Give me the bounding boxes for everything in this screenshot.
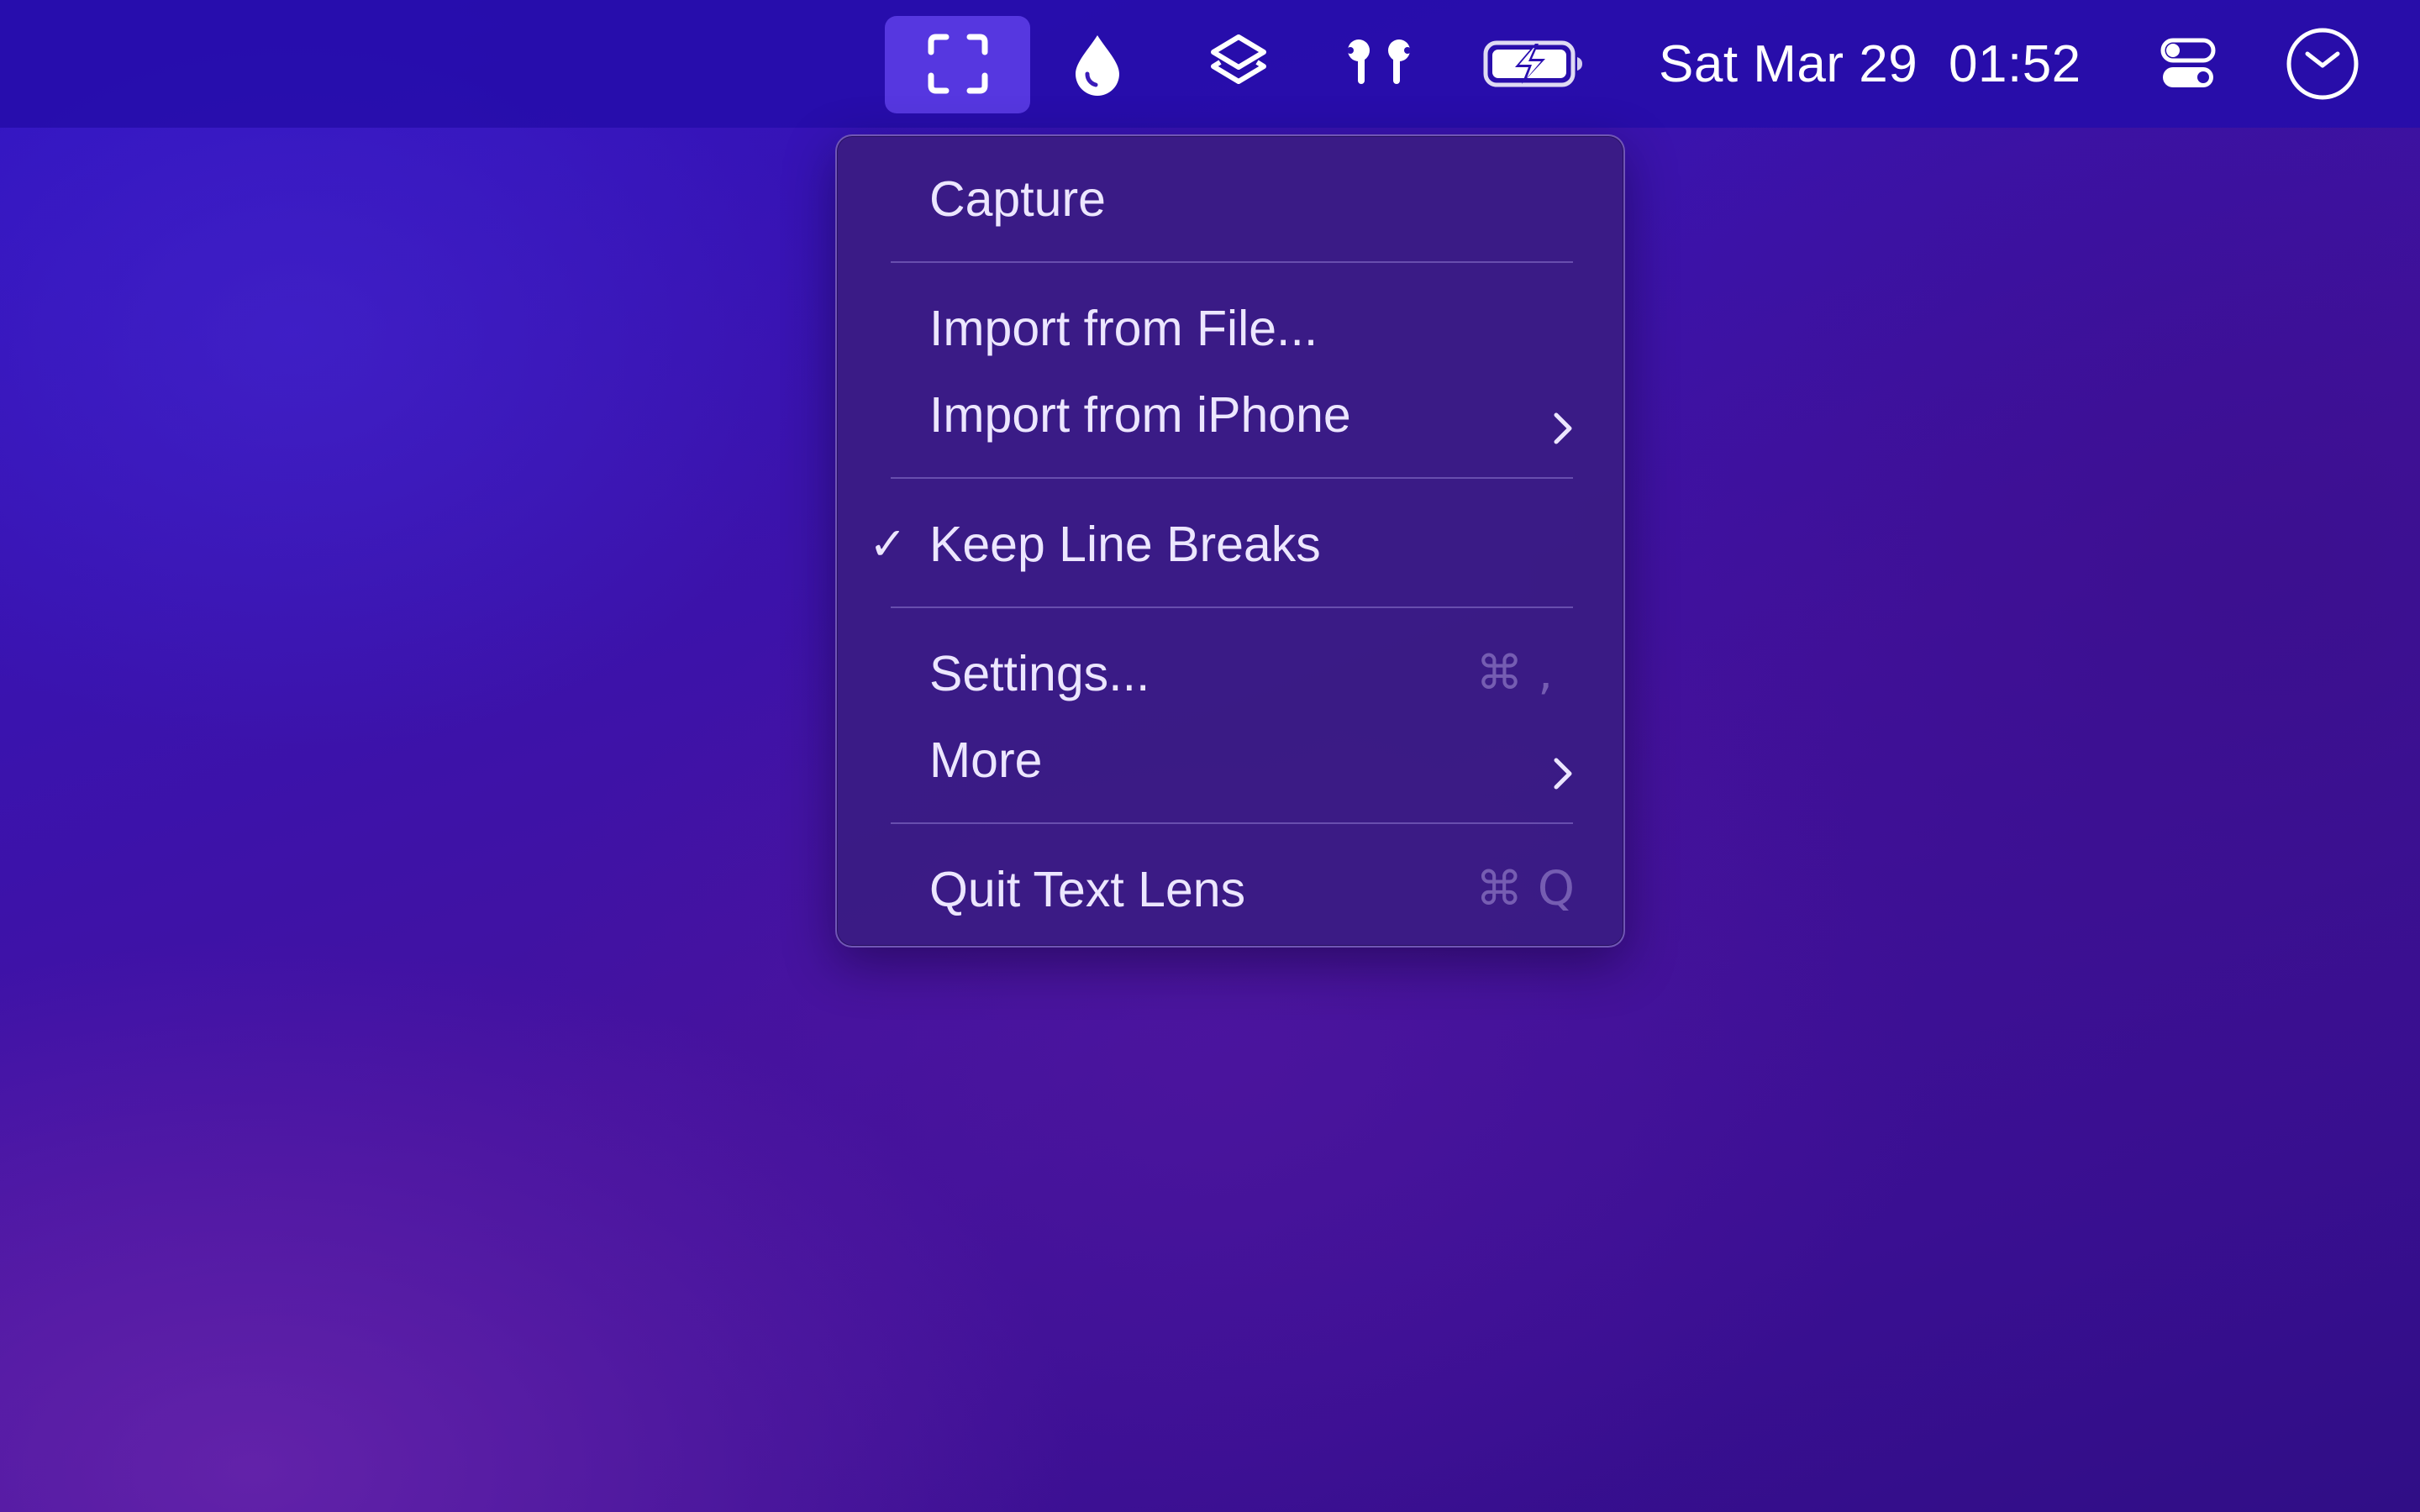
chevron-right-icon	[1553, 400, 1573, 457]
menu-item-keep-line-breaks[interactable]: ✓ Keep Line Breaks	[837, 502, 1627, 586]
menu-item-label: Import from iPhone	[929, 387, 1351, 443]
menu-item-settings[interactable]: Settings... ⌘ ,	[837, 632, 1627, 716]
menu-item-quit[interactable]: Quit Text Lens ⌘ Q	[837, 848, 1627, 932]
menu-separator	[891, 822, 1573, 824]
menu-separator	[891, 606, 1573, 608]
clock-icon[interactable]	[2282, 0, 2363, 128]
menu-bar-date[interactable]: Sat Mar 29	[1659, 0, 1918, 128]
text-lens-capture-icon[interactable]	[885, 0, 1030, 128]
shortcut-label: ⌘ ,	[1476, 646, 1553, 701]
menu-item-label: Capture	[929, 171, 1106, 227]
menu-item-label: Import from File...	[929, 301, 1318, 356]
layers-icon[interactable]	[1203, 0, 1274, 128]
menu-item-import-from-file[interactable]: Import from File...	[837, 286, 1627, 370]
menu-item-label: Keep Line Breaks	[929, 517, 1321, 572]
menu-item-import-from-iphone[interactable]: Import from iPhone	[837, 373, 1627, 457]
text-lens-menu: Capture Import from File... Import from …	[835, 134, 1625, 948]
menu-item-label: More	[929, 732, 1043, 788]
chevron-right-icon	[1553, 745, 1573, 802]
control-center-icon[interactable]	[2154, 0, 2222, 128]
drop-icon[interactable]	[1064, 0, 1131, 128]
menu-bar-time[interactable]: 01:52	[1949, 0, 2081, 128]
menu-item-label: Quit Text Lens	[929, 862, 1246, 917]
shortcut-label: ⌘ Q	[1476, 862, 1575, 916]
battery-charging-icon[interactable]	[1482, 0, 1586, 128]
airpods-icon[interactable]	[1338, 0, 1420, 128]
menu-separator	[891, 261, 1573, 263]
checkmark-icon: ✓	[869, 517, 908, 570]
menu-item-more[interactable]: More	[837, 718, 1627, 802]
menu-item-label: Settings...	[929, 646, 1150, 701]
menu-item-capture[interactable]: Capture	[837, 157, 1627, 241]
menu-separator	[891, 477, 1573, 479]
menu-bar: Sat Mar 29 01:52	[0, 0, 2420, 128]
